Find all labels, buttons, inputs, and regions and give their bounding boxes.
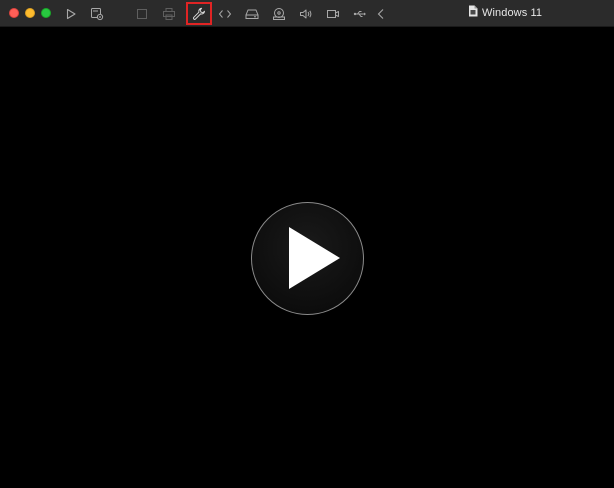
start-button[interactable] [61,4,81,23]
snapshot-gear-icon [90,7,104,21]
stop-button[interactable] [132,4,152,23]
title-bar: Windows 11 [0,0,614,27]
hard-disk-button[interactable] [242,4,262,23]
start-vm-play-button[interactable] [251,202,364,315]
speaker-icon [299,8,313,20]
zoom-window-button[interactable] [41,8,51,18]
chevron-left-icon [376,8,386,20]
vm-window: Windows 11 [0,0,614,488]
code-button[interactable] [215,4,235,23]
print-button[interactable] [159,4,179,23]
angle-brackets-icon [218,8,232,20]
settings-button[interactable] [186,2,212,25]
vm-display [0,27,614,488]
wrench-icon [192,7,206,21]
play-outline-icon [65,8,77,20]
window-title-text: Windows 11 [482,7,543,19]
camera-button[interactable] [323,4,343,23]
snapshot-button[interactable] [87,4,107,23]
back-button[interactable] [371,4,391,23]
optical-drive-icon [272,7,286,21]
square-outline-icon [136,8,148,20]
usb-icon [353,8,367,20]
printer-icon [162,7,176,21]
minimize-window-button[interactable] [25,8,35,18]
video-camera-icon [326,8,340,20]
hard-disk-icon [245,8,259,20]
window-title: Windows 11 [468,0,542,26]
cd-dvd-button[interactable] [269,4,289,23]
sound-button[interactable] [296,4,316,23]
close-window-button[interactable] [9,8,19,18]
usb-button[interactable] [350,4,370,23]
document-icon [468,4,478,22]
